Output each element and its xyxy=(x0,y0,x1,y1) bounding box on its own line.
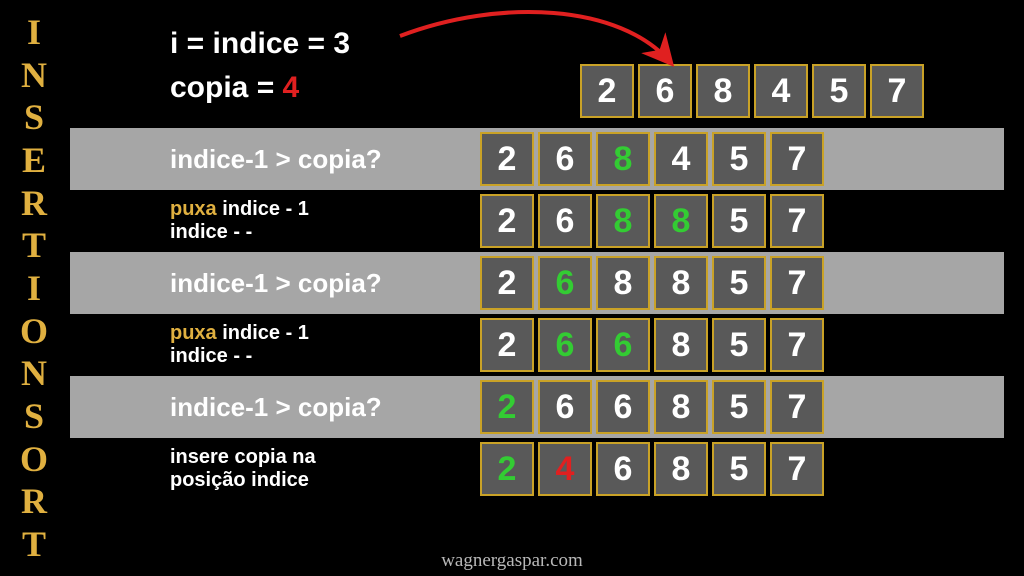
array-cell: 6 xyxy=(538,132,592,186)
title-letter: T xyxy=(22,227,46,263)
array-cell: 2 xyxy=(480,194,534,248)
array-cell: 4 xyxy=(538,442,592,496)
array-cell: 2 xyxy=(480,442,534,496)
array-cell: 2 xyxy=(580,64,634,118)
vertical-title: INSERTIONSORT xyxy=(14,14,54,562)
step-label: indice-1 > copia? xyxy=(70,268,480,299)
title-letter: S xyxy=(24,398,44,434)
array-cell: 6 xyxy=(596,318,650,372)
array-cell: 8 xyxy=(654,194,708,248)
state-text: i = indice = 3 copia = 4 xyxy=(70,22,580,109)
array-cell: 8 xyxy=(596,132,650,186)
title-letter: R xyxy=(21,185,47,221)
array-cell: 7 xyxy=(770,256,824,310)
step-row: indice-1 > copia?266857 xyxy=(70,376,1004,438)
step-label: puxa indice - 1indice - - xyxy=(70,198,480,244)
step-label-text: indice-1 > copia? xyxy=(170,268,480,299)
array-cell: 7 xyxy=(770,442,824,496)
title-letter: O xyxy=(20,441,48,477)
step-label-text: puxa indice - 1indice - - xyxy=(170,198,480,244)
array-cell: 5 xyxy=(712,132,766,186)
footer-credit: wagnergaspar.com xyxy=(0,550,1024,572)
array-cell: 6 xyxy=(538,256,592,310)
array-cell: 8 xyxy=(696,64,750,118)
array-1: 268457 xyxy=(480,132,824,186)
title-letter: I xyxy=(27,14,41,50)
title-letter: S xyxy=(24,99,44,135)
title-letter: O xyxy=(20,313,48,349)
array-2: 268857 xyxy=(480,194,824,248)
array-cell: 6 xyxy=(596,442,650,496)
title-letter: I xyxy=(27,270,41,306)
title-letter: N xyxy=(21,355,47,391)
array-cell: 6 xyxy=(538,318,592,372)
step-label-text: insere copia naposição indice xyxy=(170,446,480,492)
step-row: puxa indice - 1indice - -268857 xyxy=(70,190,1004,252)
step-label: indice-1 > copia? xyxy=(70,144,480,175)
array-cell: 8 xyxy=(654,442,708,496)
array-cell: 5 xyxy=(712,256,766,310)
array-3: 268857 xyxy=(480,256,824,310)
array-cell: 8 xyxy=(654,256,708,310)
array-cell: 2 xyxy=(480,318,534,372)
title-letter: E xyxy=(22,142,46,178)
step-label: insere copia naposição indice xyxy=(70,446,480,492)
title-letter: R xyxy=(21,483,47,519)
array-cell: 2 xyxy=(480,380,534,434)
step-row: indice-1 > copia?268457 xyxy=(70,128,1004,190)
array-cell: 5 xyxy=(712,442,766,496)
step-row: indice-1 > copia?268857 xyxy=(70,252,1004,314)
array-cell: 2 xyxy=(480,132,534,186)
step-row: insere copia naposição indice246857 xyxy=(70,438,1004,500)
diagram-content: i = indice = 3 copia = 4 268457 indice-1… xyxy=(70,22,1004,500)
step-label: puxa indice - 1indice - - xyxy=(70,322,480,368)
step-label-text: indice-1 > copia? xyxy=(170,392,480,423)
array-6: 246857 xyxy=(480,442,824,496)
array-cell: 8 xyxy=(654,318,708,372)
step-label-text: puxa indice - 1indice - - xyxy=(170,322,480,368)
step-label: indice-1 > copia? xyxy=(70,392,480,423)
array-cell: 6 xyxy=(596,380,650,434)
array-5: 266857 xyxy=(480,380,824,434)
step-label-text: indice-1 > copia? xyxy=(170,144,480,175)
array-4: 266857 xyxy=(480,318,824,372)
array-cell: 5 xyxy=(712,194,766,248)
array-row-0: 268457 xyxy=(580,22,924,118)
array-cell: 6 xyxy=(538,194,592,248)
array-cell: 7 xyxy=(770,194,824,248)
array-cell: 7 xyxy=(770,132,824,186)
array-cell: 8 xyxy=(596,256,650,310)
array-cell: 4 xyxy=(654,132,708,186)
state-line-2: copia = 4 xyxy=(170,66,580,110)
title-letter: N xyxy=(21,57,47,93)
array-0: 268457 xyxy=(580,64,924,118)
array-cell: 7 xyxy=(870,64,924,118)
array-cell: 7 xyxy=(770,318,824,372)
array-cell: 5 xyxy=(712,318,766,372)
array-cell: 5 xyxy=(812,64,866,118)
step-row: puxa indice - 1indice - -266857 xyxy=(70,314,1004,376)
state-line-1: i = indice = 3 xyxy=(170,22,580,66)
array-cell: 6 xyxy=(638,64,692,118)
array-cell: 5 xyxy=(712,380,766,434)
array-cell: 4 xyxy=(754,64,808,118)
array-cell: 2 xyxy=(480,256,534,310)
array-cell: 8 xyxy=(596,194,650,248)
array-cell: 6 xyxy=(538,380,592,434)
array-cell: 8 xyxy=(654,380,708,434)
array-cell: 7 xyxy=(770,380,824,434)
